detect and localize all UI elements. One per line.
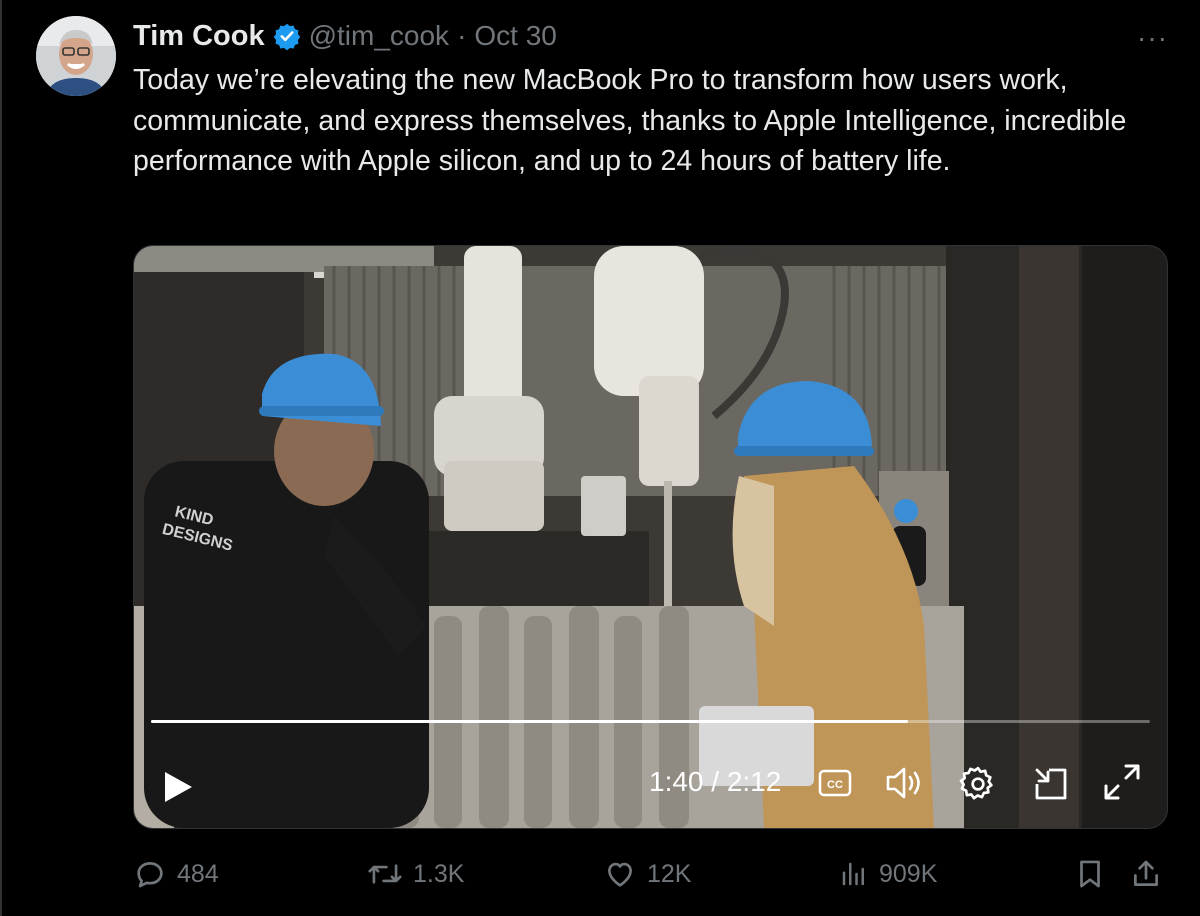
- video-progress-bar[interactable]: [151, 720, 1150, 723]
- video-player[interactable]: KIND DESIGNS 1:40 / 2:12 CC: [133, 245, 1168, 829]
- picture-in-picture-icon[interactable]: [1031, 764, 1071, 804]
- reply-count: 484: [177, 859, 219, 888]
- author-handle[interactable]: @tim_cook: [309, 20, 449, 52]
- tweet-text: Today we’re elevating the new MacBook Pr…: [133, 64, 1127, 177]
- views-icon: [842, 862, 864, 886]
- volume-icon[interactable]: [884, 764, 926, 802]
- header-separator: ·: [457, 20, 467, 51]
- like-button[interactable]: 12K: [603, 852, 691, 896]
- cc-label: CC: [827, 779, 843, 791]
- share-button[interactable]: [1129, 852, 1163, 896]
- bookmark-icon: [1080, 860, 1100, 888]
- video-controls: 1:40 / 2:12 CC: [134, 756, 1167, 808]
- avatar-image: [36, 16, 116, 96]
- repost-icon: [368, 864, 402, 884]
- bookmark-button[interactable]: [1073, 852, 1107, 896]
- author-name[interactable]: Tim Cook: [133, 20, 265, 53]
- settings-gear-icon[interactable]: [958, 764, 998, 804]
- repost-count: 1.3K: [413, 859, 465, 888]
- tweet-date[interactable]: Oct 30: [474, 20, 556, 52]
- like-count: 12K: [647, 859, 692, 888]
- author-avatar[interactable]: [36, 16, 116, 96]
- video-frame: KIND DESIGNS: [134, 246, 1167, 828]
- repost-button[interactable]: 1.3K: [367, 852, 464, 896]
- tweet-header: Tim Cook @tim_cook · Oct 30: [133, 18, 557, 54]
- play-icon[interactable]: [162, 770, 194, 804]
- video-progress-fill: [151, 720, 909, 723]
- reply-icon: [137, 862, 163, 888]
- timeline-border: [0, 0, 2, 916]
- video-time: 1:40 / 2:12: [649, 766, 782, 797]
- view-count: 909K: [879, 859, 938, 888]
- more-icon[interactable]: ···: [1137, 22, 1168, 54]
- verified-icon: [273, 22, 301, 51]
- views-button[interactable]: 909K: [839, 852, 937, 896]
- tweet-actions: 484 1.3K 12K 909K: [133, 852, 1173, 896]
- closed-captions-icon[interactable]: CC: [818, 766, 852, 800]
- share-icon: [1134, 860, 1158, 886]
- like-heart-icon: [608, 862, 632, 887]
- reply-button[interactable]: 484: [133, 852, 219, 896]
- fullscreen-icon[interactable]: [1102, 762, 1142, 802]
